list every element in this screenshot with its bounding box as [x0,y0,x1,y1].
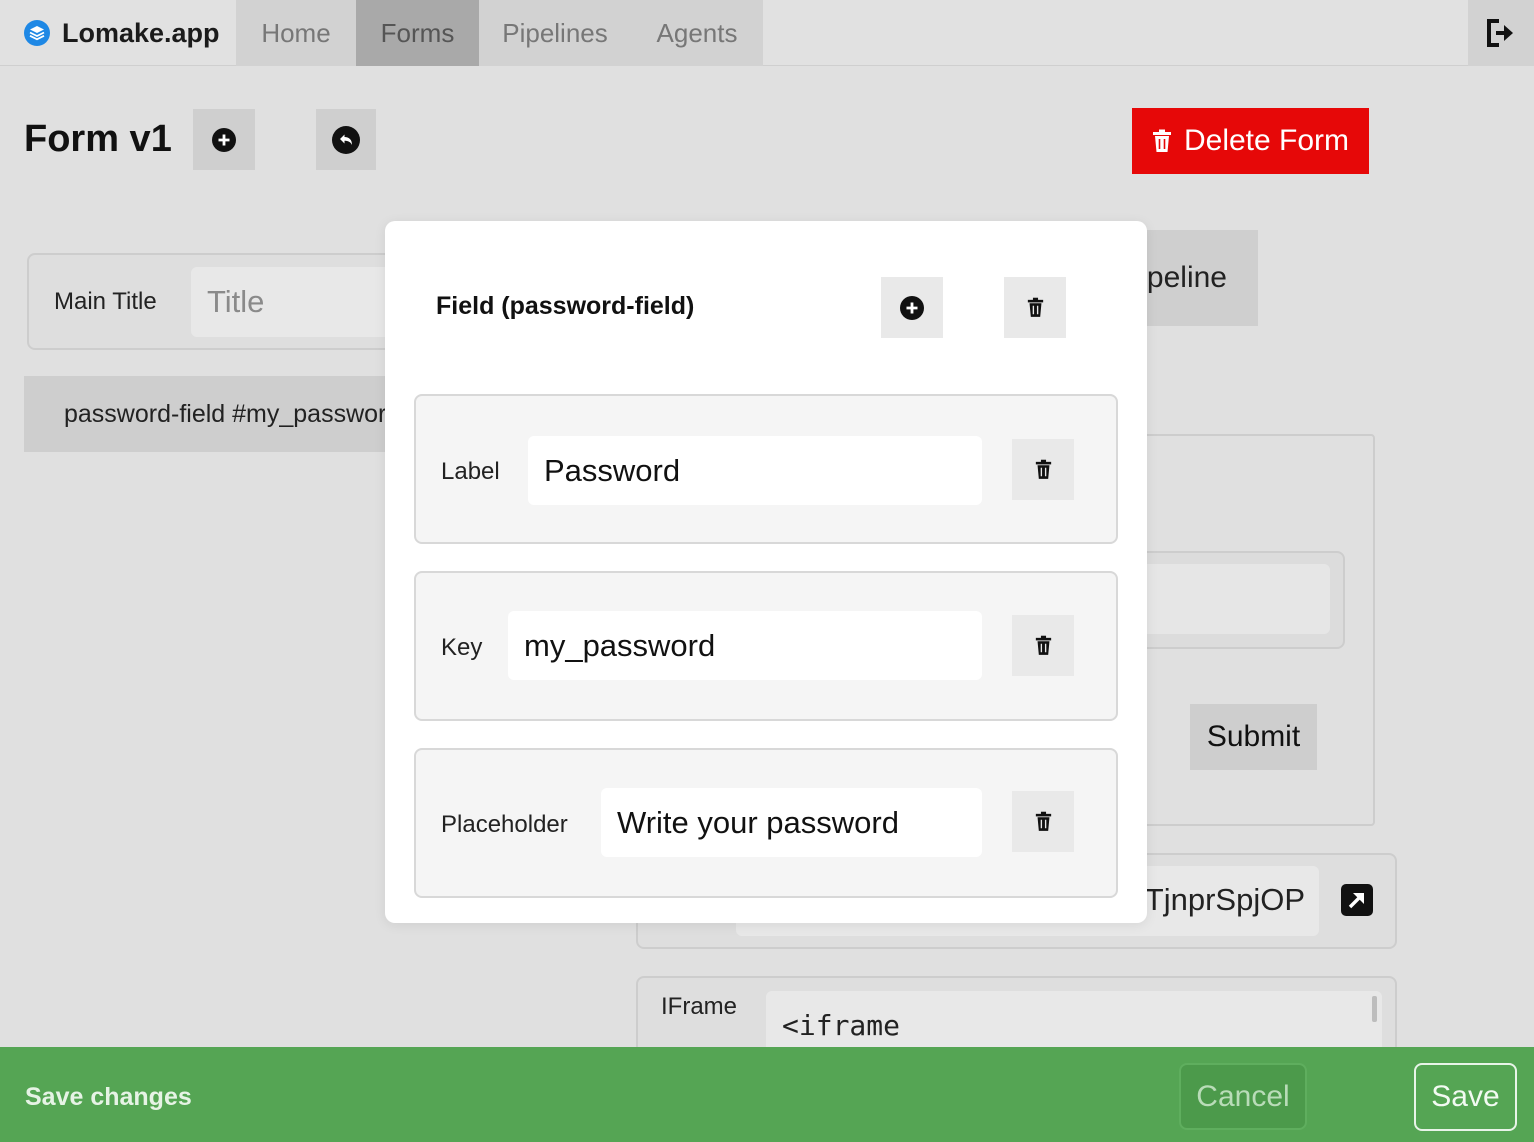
iframe-code-value: <iframe [782,1009,901,1042]
plus-circle-icon [900,295,924,320]
cancel-button[interactable]: Cancel [1179,1063,1307,1130]
layers-icon [24,20,50,46]
save-button[interactable]: Save [1414,1063,1517,1131]
trash-icon [1035,459,1051,479]
delete-property-label-button[interactable] [1012,439,1074,500]
property-name-key: Key [441,634,483,661]
undo-button[interactable] [316,109,376,170]
main-title-box: Main Title [27,253,411,350]
modal-title: Field (password-field) [436,292,695,320]
top-navbar: Lomake.app Home Forms Pipelines Agents [0,0,1534,66]
trash-icon [1152,129,1171,152]
main-title-label: Main Title [54,288,157,315]
add-to-pipeline-label: Add to pipeline [1147,261,1227,294]
property-input-key[interactable] [508,611,982,680]
delete-form-button[interactable]: Delete Form [1132,108,1369,174]
property-name-label: Label [441,458,500,485]
nav-tab-forms[interactable]: Forms [356,0,479,66]
iframe-label: IFrame [661,993,738,1020]
delete-property-key-button[interactable] [1012,615,1074,676]
nav-tab-agents[interactable]: Agents [631,0,763,66]
trash-icon [1035,811,1051,831]
delete-form-label: Delete Form [1183,124,1350,157]
field-list-item[interactable]: password-field #my_password [24,376,386,452]
preview-submit-button[interactable]: Submit [1190,704,1317,770]
save-changes-label: Save changes [25,1083,192,1111]
external-link-icon[interactable] [1340,883,1374,917]
property-name-placeholder: Placeholder [441,811,568,838]
field-list-item-label: password-field #my_password [64,399,386,428]
nav-tab-home[interactable]: Home [236,0,356,66]
undo-circle-icon [332,125,360,154]
brand[interactable]: Lomake.app [0,0,236,66]
trash-icon [1027,297,1043,317]
add-property-button[interactable] [881,277,943,338]
add-to-pipeline-button[interactable]: Add to pipeline [1147,230,1258,326]
nav-tab-pipelines[interactable]: Pipelines [479,0,631,66]
nav-tabs: Home Forms Pipelines Agents [236,0,763,66]
page-title: Form v1 [24,118,172,160]
delete-property-placeholder-button[interactable] [1012,791,1074,852]
property-input-placeholder[interactable] [601,788,982,857]
trash-icon [1035,635,1051,655]
iframe-scrollbar[interactable] [1372,996,1377,1022]
property-input-label[interactable] [528,436,982,505]
plus-circle-icon [212,127,236,152]
brand-name: Lomake.app [62,17,220,48]
logout-icon [1487,19,1513,47]
logout-button[interactable] [1468,0,1534,66]
main-title-input[interactable] [191,267,411,337]
add-field-button[interactable] [193,109,255,170]
delete-field-button[interactable] [1004,277,1066,338]
